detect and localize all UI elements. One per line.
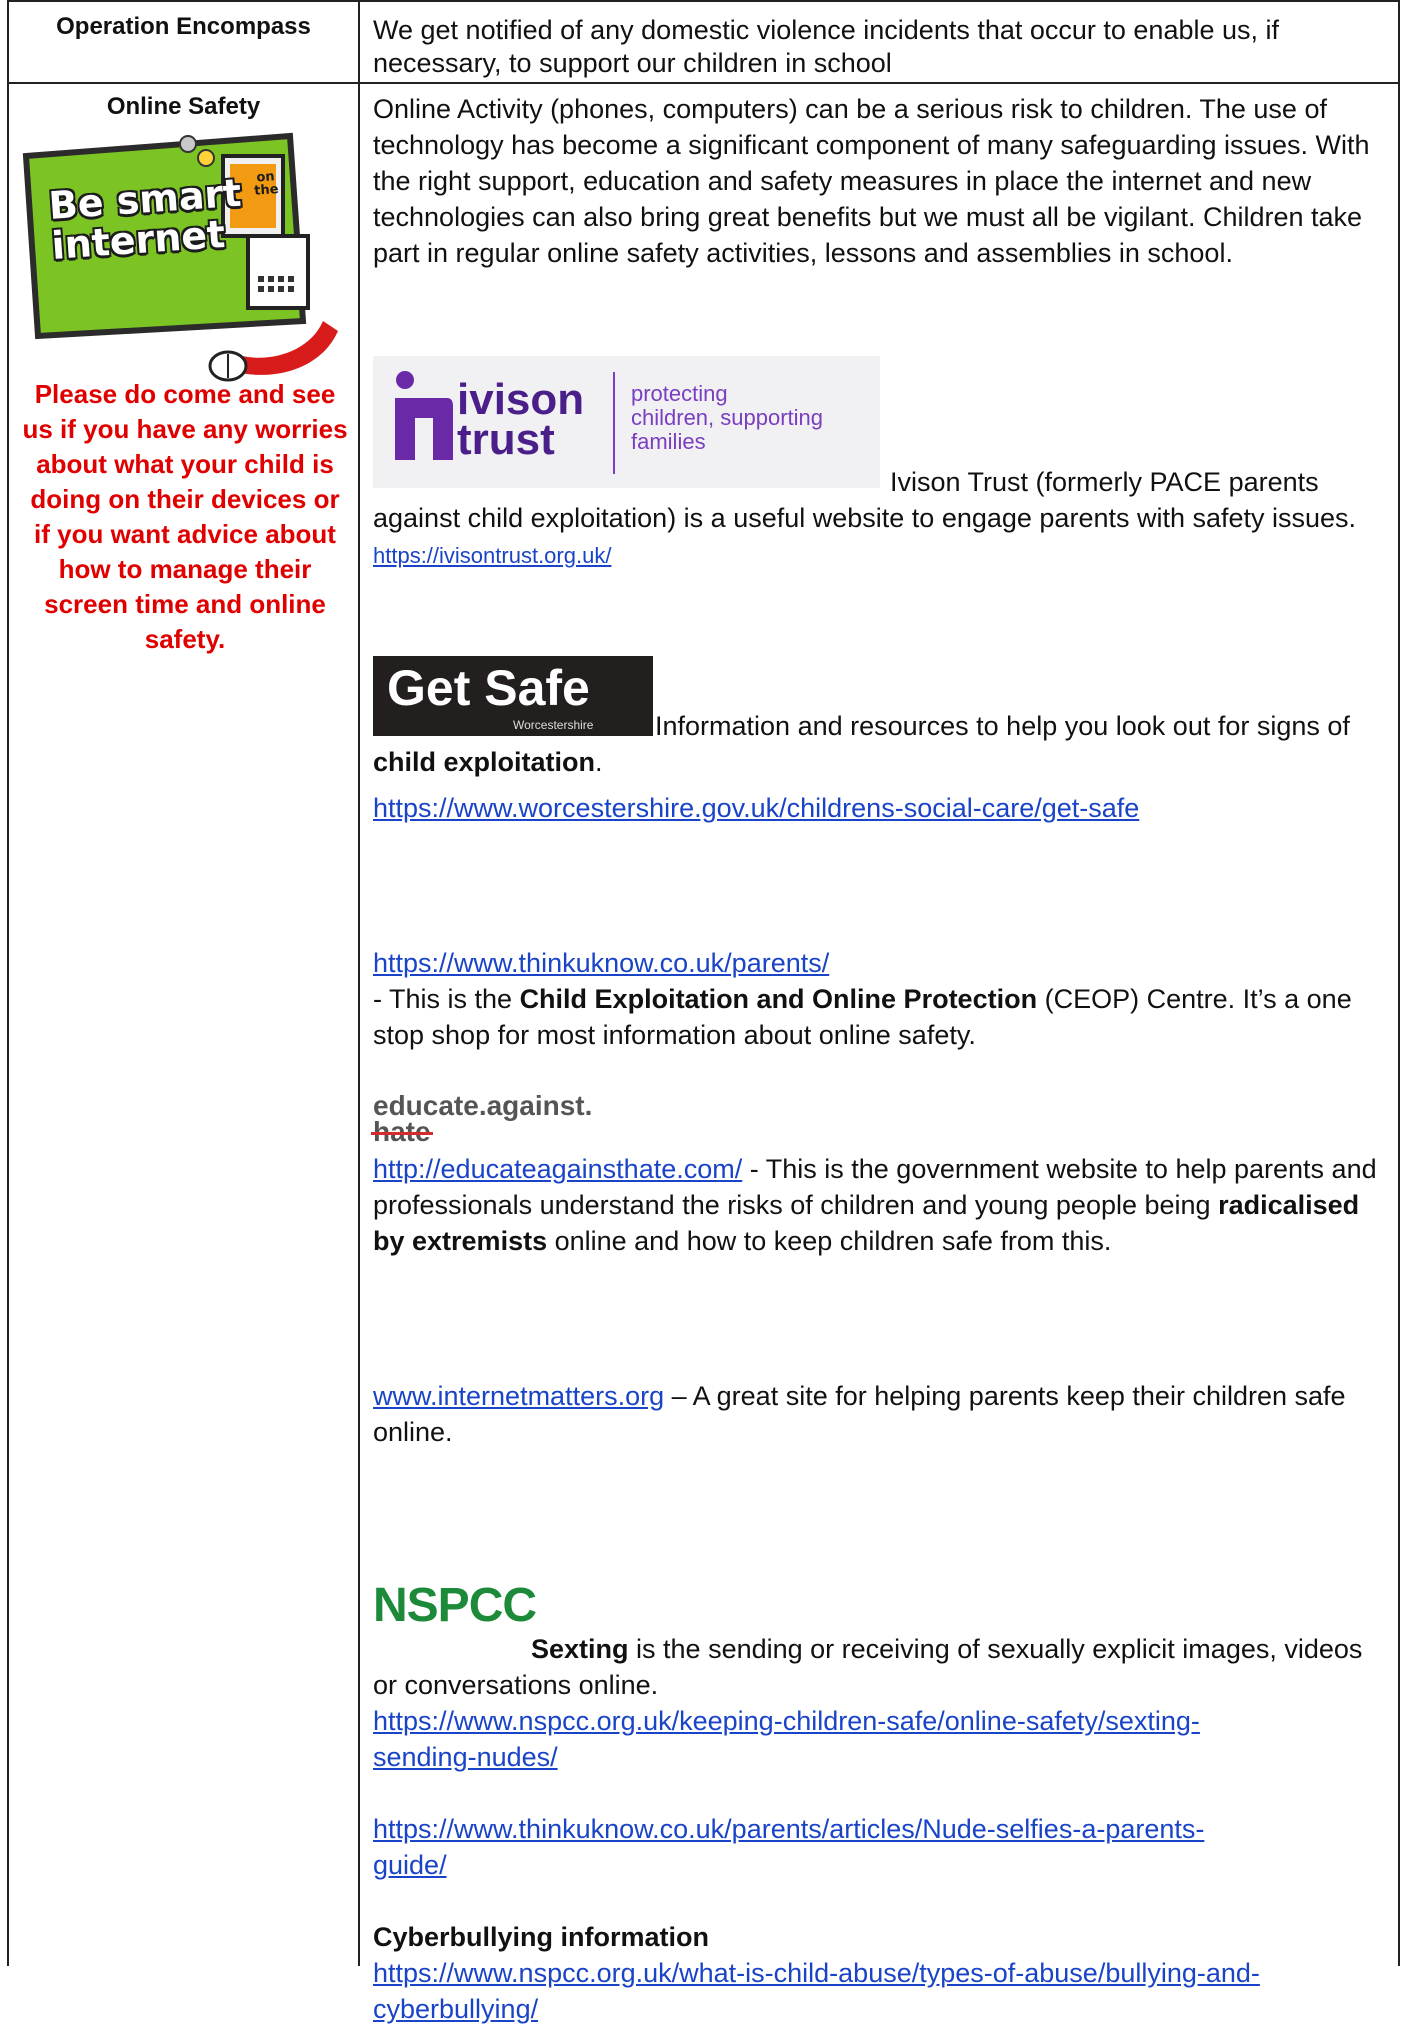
thinkuknow-link[interactable]: https://www.thinkuknow.co.uk/parents/ — [373, 948, 829, 978]
badge-on-the: on the — [253, 169, 280, 199]
ivison-link[interactable]: https://ivisontrust.org.uk/ — [373, 543, 611, 568]
thinkuknow-text: - This is the — [373, 984, 520, 1014]
internet-matters-link[interactable]: www.internetmatters.org — [373, 1381, 664, 1411]
nspcc-sexting-link-row: https://www.nspcc.org.uk/keeping-childre… — [373, 1703, 1388, 1775]
sexting-text: is the sending or receiving of sexually … — [373, 1634, 1363, 1700]
operation-encompass-label: Operation Encompass — [56, 13, 311, 40]
get-safe-link[interactable]: https://www.worcestershire.gov.uk/childr… — [373, 793, 1139, 823]
table-top-border — [7, 0, 1400, 2]
badge-the: the — [253, 182, 280, 199]
cyberbullying-block: Cyberbullying information https://www.ns… — [373, 1919, 1388, 2027]
be-smart-internet-logo: Be smart on the internet — [18, 116, 348, 386]
eah-link[interactable]: http://educateagainsthate.com/ — [373, 1154, 742, 1184]
nspcc-sexting-link[interactable]: https://www.nspcc.org.uk/keeping-childre… — [373, 1706, 1200, 1772]
cyberbullying-link-b: cyberbullying/ — [373, 1994, 539, 2024]
nspcc-sexting-link-a: https://www.nspcc.org.uk/keeping-childre… — [373, 1706, 1200, 1736]
eah-block: http://educateagainsthate.com/ - This is… — [373, 1151, 1388, 1259]
advice-note: Please do come and see us if you have an… — [22, 379, 348, 654]
thinkuknow-block: https://www.thinkuknow.co.uk/parents/ - … — [373, 945, 1388, 1053]
get-safe-text-end: . — [595, 747, 603, 777]
tagline-line-1: protecting — [631, 381, 728, 406]
column-divider — [358, 0, 360, 1966]
eah-logo-line-2: hate — [371, 1116, 433, 1147]
nspcc-logo: NSPCC — [373, 1579, 537, 1632]
ivison-description: Ivison Trust (formerly PACE parents agai… — [373, 464, 1388, 574]
logo-divider — [613, 372, 615, 474]
person-icon — [395, 371, 453, 460]
internet-matters-block: www.internetmatters.org – A great site f… — [373, 1378, 1388, 1450]
online-safety-intro: Online Activity (phones, computers) can … — [373, 94, 1370, 268]
cyberbullying-heading: Cyberbullying information — [373, 1922, 710, 1952]
educate-against-hate-logo: educate.against. hate — [371, 1092, 673, 1149]
tagline-line-3: families — [631, 429, 706, 454]
get-safe-link-row: https://www.worcestershire.gov.uk/childr… — [373, 790, 1388, 826]
document-page: Operation Encompass We get notified of a… — [0, 0, 1407, 2024]
nude-selfies-link-row: https://www.thinkuknow.co.uk/parents/art… — [373, 1811, 1388, 1883]
tagline-line-2: children, supporting — [631, 405, 824, 430]
thinkuknow-bold: Child Exploitation and Online Protection — [519, 984, 1038, 1014]
ivison-tagline: protecting children, supporting families — [631, 382, 823, 454]
get-safe-bold: child exploitation — [373, 747, 596, 777]
nude-selfies-link-b: guide/ — [373, 1850, 447, 1880]
nspcc-sexting-link-b: sending-nudes/ — [373, 1742, 558, 1772]
operation-encompass-text: We get notified of any domestic violence… — [373, 15, 1280, 78]
cyberbullying-link-a: https://www.nspcc.org.uk/what-is-child-a… — [373, 1958, 1260, 1988]
nude-selfies-link-a: https://www.thinkuknow.co.uk/parents/art… — [373, 1814, 1205, 1844]
ivison-text: Ivison Trust (formerly PACE parents agai… — [373, 467, 1357, 533]
ivison-wordmark: ivison trust — [457, 375, 585, 464]
get-safe-description: Information and resources to help you lo… — [373, 708, 1388, 780]
ivison-word: ivison — [457, 375, 585, 424]
row-divider — [7, 82, 1400, 84]
sexting-block: Sexting is the sending or receiving of s… — [373, 1631, 1388, 1703]
nude-selfies-link[interactable]: https://www.thinkuknow.co.uk/parents/art… — [373, 1814, 1204, 1880]
cyberbullying-link[interactable]: https://www.nspcc.org.uk/what-is-child-a… — [373, 1958, 1260, 2024]
sexting-bold: Sexting — [531, 1634, 629, 1664]
badge-text: Be smart on the internet — [47, 169, 282, 268]
trust-word: trust — [457, 415, 555, 464]
get-safe-text: Information and resources to help you lo… — [655, 711, 1350, 741]
eah-text-end: online and how to keep children safe fro… — [547, 1226, 1112, 1256]
